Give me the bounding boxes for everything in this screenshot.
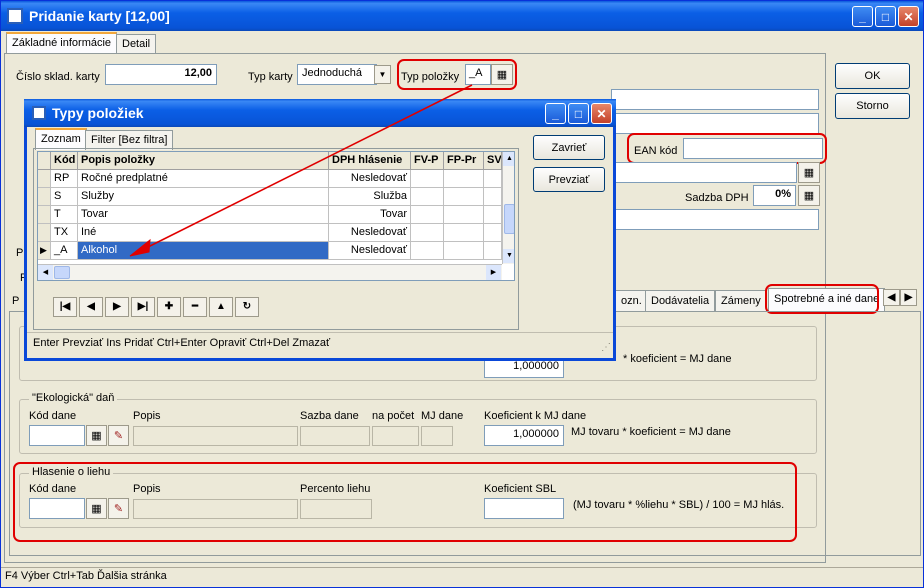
annotation-arrow: [129, 84, 473, 257]
